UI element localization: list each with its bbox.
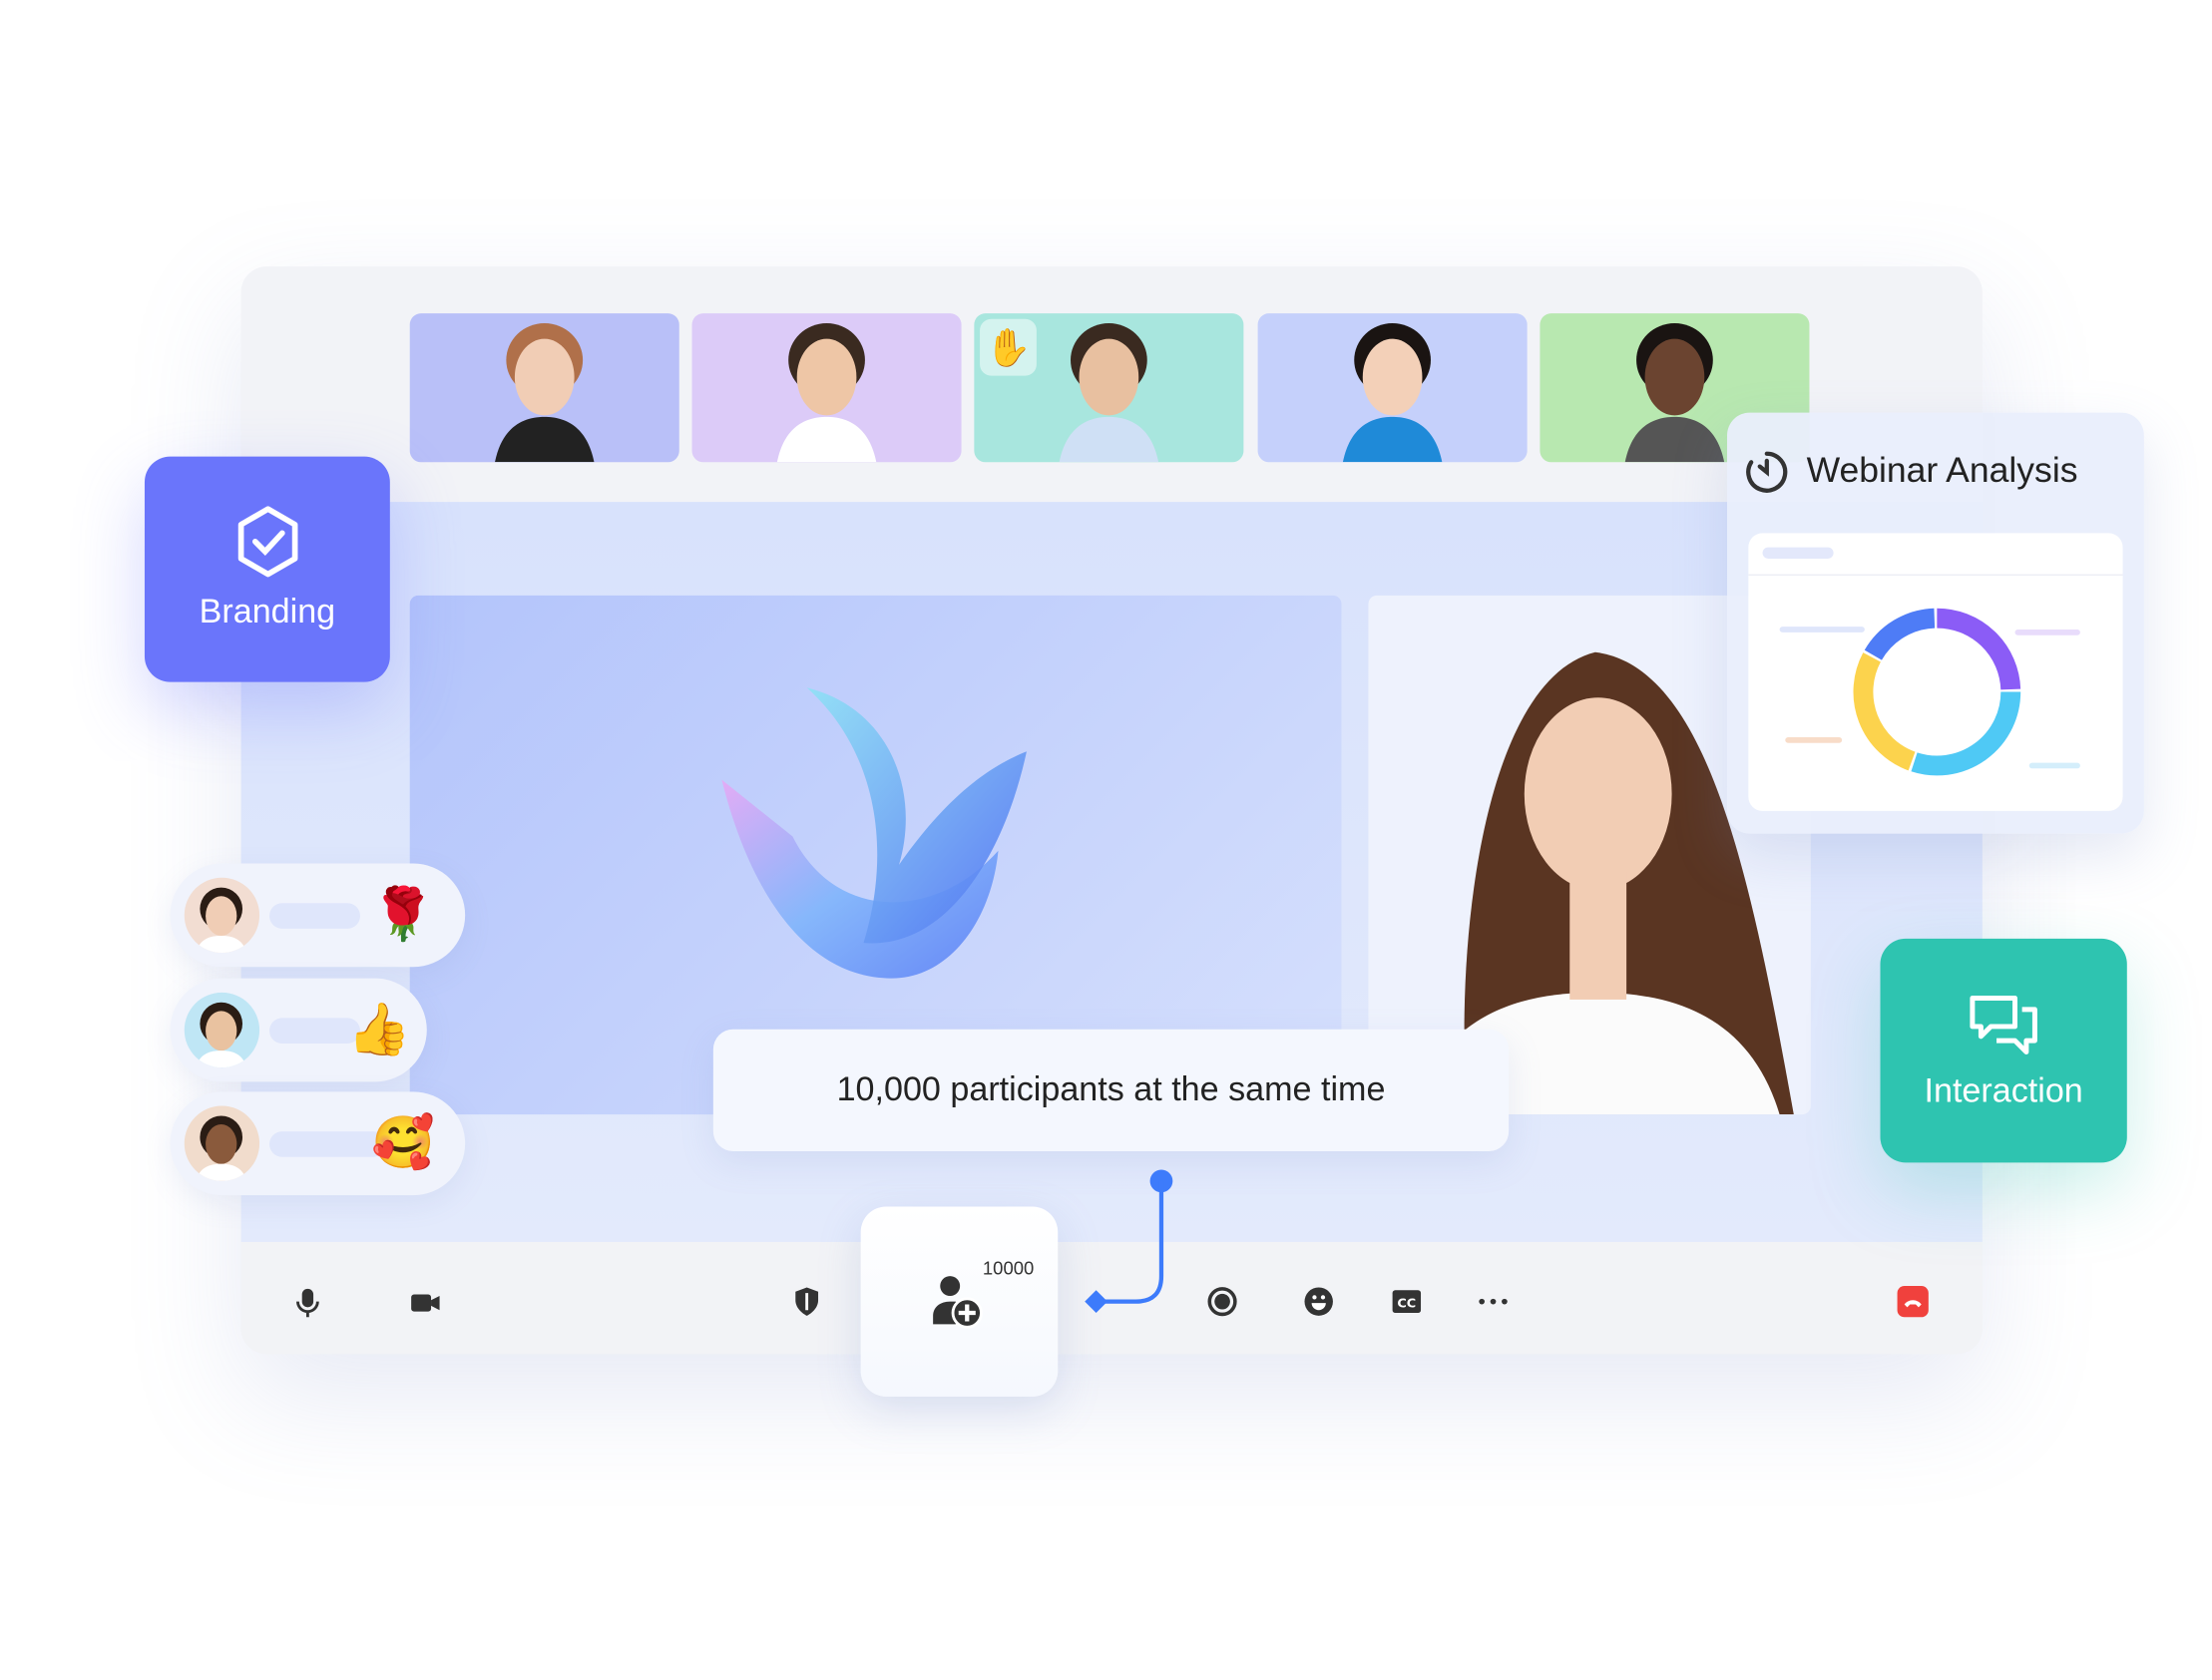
- donut-segment: [1911, 691, 2021, 776]
- cc-icon[interactable]: CC: [1390, 1285, 1424, 1319]
- avatar: [184, 992, 260, 1068]
- hexagon-check-icon: [237, 506, 298, 578]
- participant-photo: [776, 323, 877, 463]
- caption-banner: 10,000 participants at the same time: [712, 1029, 1510, 1152]
- participant-tile[interactable]: [1257, 313, 1528, 463]
- timer-icon: [1746, 451, 1788, 493]
- participant-tile[interactable]: ✋: [974, 313, 1244, 463]
- reaction-item: 🥰: [170, 1091, 466, 1196]
- participant-count: 10000: [982, 1257, 1035, 1279]
- donut-segment: [1864, 608, 1936, 660]
- reaction-item: 🌹: [170, 863, 466, 968]
- more-icon[interactable]: [1476, 1285, 1510, 1319]
- interaction-label: Interaction: [1924, 1071, 2083, 1110]
- camera-icon[interactable]: [408, 1286, 442, 1320]
- record-icon[interactable]: [1205, 1285, 1239, 1319]
- avatar: [184, 1105, 260, 1181]
- thumbs-up-reaction: 👍: [347, 999, 411, 1058]
- webinar-analysis-panel: Webinar Analysis: [1727, 412, 2144, 834]
- donut-segment: [1853, 652, 1916, 771]
- reaction-item: 👍: [170, 978, 427, 1082]
- analysis-chart-card: [1748, 533, 2123, 811]
- participants-button[interactable]: 10000: [860, 1206, 1059, 1397]
- participant-photo: [494, 323, 595, 463]
- emoji-icon[interactable]: [1302, 1285, 1336, 1319]
- branding-card: Branding: [144, 456, 390, 682]
- mic-icon[interactable]: [290, 1286, 324, 1320]
- analysis-title: Webinar Analysis: [1806, 450, 2078, 491]
- end-call-icon[interactable]: [1896, 1285, 1930, 1319]
- donut-chart: [1779, 608, 2080, 776]
- connector-line: [1085, 1169, 1173, 1314]
- chat-bubbles-icon: [1970, 996, 2037, 1055]
- participant-tile[interactable]: [691, 313, 962, 463]
- interaction-card: Interaction: [1880, 938, 2127, 1163]
- raised-hand-icon: ✋: [980, 318, 1037, 376]
- brand-logo-graphic: [721, 687, 1027, 979]
- add-person-icon: [933, 1276, 983, 1329]
- love-reaction: 🥰: [371, 1112, 436, 1171]
- shield-icon[interactable]: [790, 1285, 824, 1319]
- svg-text:CC: CC: [1397, 1296, 1416, 1311]
- participant-tile[interactable]: [409, 313, 679, 463]
- avatar: [184, 877, 260, 954]
- donut-segment: [1936, 608, 2021, 690]
- branding-label: Branding: [199, 593, 336, 631]
- participant-photo: [1342, 323, 1443, 463]
- flower-reaction: 🌹: [371, 884, 436, 944]
